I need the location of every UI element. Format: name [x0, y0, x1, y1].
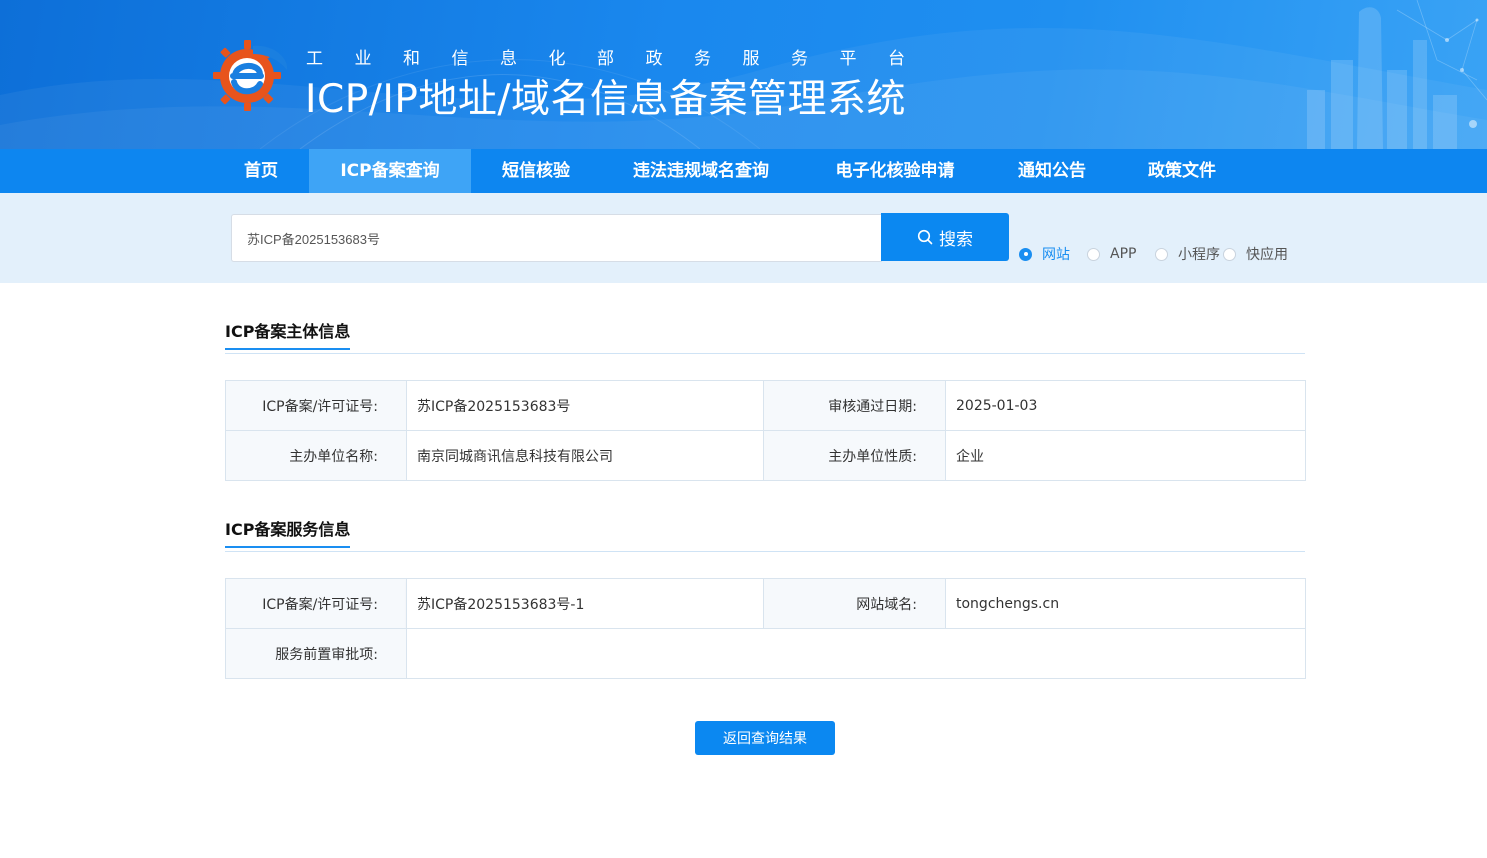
- organizer-name-label: 主办单位名称:: [225, 430, 407, 481]
- nav-item-policy[interactable]: 政策文件: [1132, 149, 1232, 193]
- section-divider: [225, 353, 1305, 354]
- organizer-name-value: 南京同城商讯信息科技有限公司: [406, 430, 764, 481]
- domain-label: 网站域名:: [763, 578, 946, 629]
- search-area: 搜索 网站 APP 小程序 快应用: [0, 193, 1487, 283]
- domain-value: tongchengs.cn: [945, 578, 1306, 629]
- nav-item-icp-query[interactable]: ICP备案查询: [309, 149, 471, 193]
- back-to-results-button[interactable]: 返回查询结果: [695, 721, 835, 755]
- radio-unchecked-icon: [1223, 247, 1236, 261]
- pre-approval-value: [406, 628, 1306, 679]
- main-nav: 首页 ICP备案查询 短信核验 违法违规域名查询 电子化核验申请 通知公告 政策…: [0, 149, 1487, 193]
- radio-app[interactable]: APP: [1087, 244, 1136, 264]
- radio-unchecked-icon: [1087, 247, 1100, 261]
- license-number-label: ICP备案/许可证号:: [225, 380, 407, 431]
- table-row: 服务前置审批项:: [225, 628, 1306, 679]
- search-icon: [917, 229, 933, 245]
- table-row: ICP备案/许可证号: 苏ICP备2025153683号-1 网站域名: ton…: [225, 578, 1306, 629]
- service-info-title: ICP备案服务信息: [225, 516, 351, 548]
- subject-info-table: ICP备案/许可证号: 苏ICP备2025153683号 审核通过日期: 202…: [225, 380, 1306, 481]
- city-skyline-graphic: [1307, 0, 1487, 149]
- pre-approval-label: 服务前置审批项:: [225, 628, 407, 679]
- nav-item-illegal-domain[interactable]: 违法违规域名查询: [616, 149, 786, 193]
- subject-info-title: ICP备案主体信息: [225, 318, 351, 350]
- search-button[interactable]: 搜索: [881, 213, 1009, 261]
- system-title: ICP/IP地址/域名信息备案管理系统: [305, 77, 907, 122]
- license-number-value: 苏ICP备2025153683号: [406, 380, 764, 431]
- service-license-label: ICP备案/许可证号:: [225, 578, 407, 629]
- service-license-value: 苏ICP备2025153683号-1: [406, 578, 764, 629]
- nav-item-sms-verify[interactable]: 短信核验: [486, 149, 586, 193]
- table-row: 主办单位名称: 南京同城商讯信息科技有限公司 主办单位性质: 企业: [225, 430, 1306, 481]
- search-button-label: 搜索: [939, 229, 973, 250]
- approval-date-label: 审核通过日期:: [763, 380, 946, 431]
- radio-checked-icon: [1019, 247, 1032, 261]
- search-input[interactable]: [231, 214, 882, 262]
- miit-logo-icon: [213, 40, 288, 111]
- nav-item-notice[interactable]: 通知公告: [1002, 149, 1102, 193]
- radio-mini-program[interactable]: 小程序: [1155, 244, 1220, 264]
- service-info-table: ICP备案/许可证号: 苏ICP备2025153683号-1 网站域名: ton…: [225, 578, 1306, 679]
- section-divider: [225, 551, 1305, 552]
- organizer-type-value: 企业: [945, 430, 1306, 481]
- nav-item-home[interactable]: 首页: [223, 149, 299, 193]
- approval-date-value: 2025-01-03: [945, 380, 1306, 431]
- nav-item-e-verify[interactable]: 电子化核验申请: [818, 149, 972, 193]
- radio-website[interactable]: 网站: [1019, 244, 1070, 264]
- radio-unchecked-icon: [1155, 247, 1168, 261]
- organizer-type-label: 主办单位性质:: [763, 430, 946, 481]
- platform-subtitle: 工业和信息化部政务服务平台: [306, 49, 937, 69]
- header-banner: 工业和信息化部政务服务平台 ICP/IP地址/域名信息备案管理系统: [0, 0, 1487, 149]
- table-row: ICP备案/许可证号: 苏ICP备2025153683号 审核通过日期: 202…: [225, 380, 1306, 431]
- radio-quick-app[interactable]: 快应用: [1223, 244, 1288, 264]
